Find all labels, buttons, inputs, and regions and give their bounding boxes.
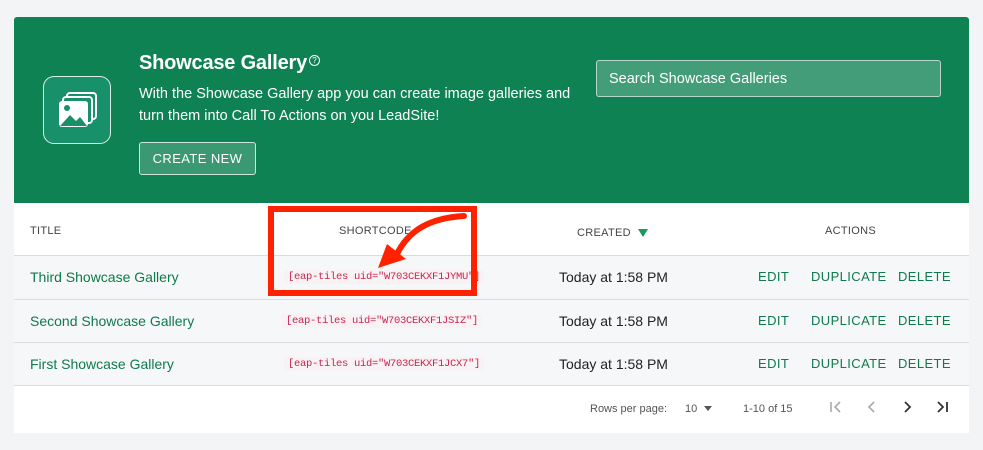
galleries-table: TITLE SHORTCODE CREATED ACTIONS Third Sh… xyxy=(14,203,969,433)
image-gallery-icon xyxy=(43,76,111,144)
chevron-down-icon xyxy=(704,406,713,411)
curved-arrow-icon xyxy=(378,213,467,268)
help-circle-icon[interactable]: ? xyxy=(309,55,321,66)
column-header-created-wrap[interactable]: CREATED xyxy=(577,223,648,241)
gallery-title-link[interactable]: First Showcase Gallery xyxy=(30,356,174,372)
delete-button[interactable]: DELETE xyxy=(898,356,951,371)
page-range: 1-10 of 15 xyxy=(743,403,793,415)
duplicate-button[interactable]: DUPLICATE xyxy=(811,356,887,371)
table-row: First Showcase Gallery [eap-tiles uid="W… xyxy=(14,343,969,386)
delete-button[interactable]: DELETE xyxy=(898,269,951,284)
column-header-title[interactable]: TITLE xyxy=(30,225,61,237)
page-title: Showcase Gallery xyxy=(139,52,308,74)
gallery-title-link[interactable]: Second Showcase Gallery xyxy=(30,313,194,329)
search-input[interactable]: Search Showcase Galleries xyxy=(596,60,941,97)
created-date: Today at 1:58 PM xyxy=(559,356,668,372)
rows-per-page-select[interactable]: 10 xyxy=(685,403,713,415)
next-page-icon[interactable] xyxy=(898,400,916,417)
gallery-title-link[interactable]: Third Showcase Gallery xyxy=(30,269,179,285)
delete-button[interactable]: DELETE xyxy=(898,313,951,328)
table-pagination: Rows per page: 10 1-10 of 15 xyxy=(14,386,969,433)
rows-per-page-label: Rows per page: xyxy=(590,403,668,415)
column-header-created[interactable]: CREATED xyxy=(577,227,631,239)
edit-button[interactable]: EDIT xyxy=(758,313,789,328)
first-page-icon[interactable] xyxy=(827,400,845,417)
column-header-actions: ACTIONS xyxy=(825,225,876,237)
shortcode-value[interactable]: [eap-tiles uid="W703CEKXF1JCX7"] xyxy=(284,357,485,371)
rows-per-page-value: 10 xyxy=(685,403,698,415)
last-page-icon[interactable] xyxy=(933,400,951,417)
sort-desc-icon[interactable] xyxy=(637,229,648,237)
edit-button[interactable]: EDIT xyxy=(758,269,789,284)
created-date: Today at 1:58 PM xyxy=(559,269,668,285)
created-date: Today at 1:58 PM xyxy=(559,313,668,329)
table-row: Third Showcase Gallery [eap-tiles uid="W… xyxy=(14,256,969,299)
duplicate-button[interactable]: DUPLICATE xyxy=(811,313,887,328)
app-description: With the Showcase Gallery app you can cr… xyxy=(139,86,571,124)
app-header: Showcase Gallery ? With the Showcase Gal… xyxy=(14,17,969,203)
create-new-button[interactable]: CREATE NEW xyxy=(139,142,256,175)
edit-button[interactable]: EDIT xyxy=(758,356,789,371)
duplicate-button[interactable]: DUPLICATE xyxy=(811,269,887,284)
table-row: Second Showcase Gallery [eap-tiles uid="… xyxy=(14,300,969,343)
shortcode-value[interactable]: [eap-tiles uid="W703CEKXF1JSIZ"] xyxy=(282,314,483,328)
previous-page-icon[interactable] xyxy=(863,400,881,417)
